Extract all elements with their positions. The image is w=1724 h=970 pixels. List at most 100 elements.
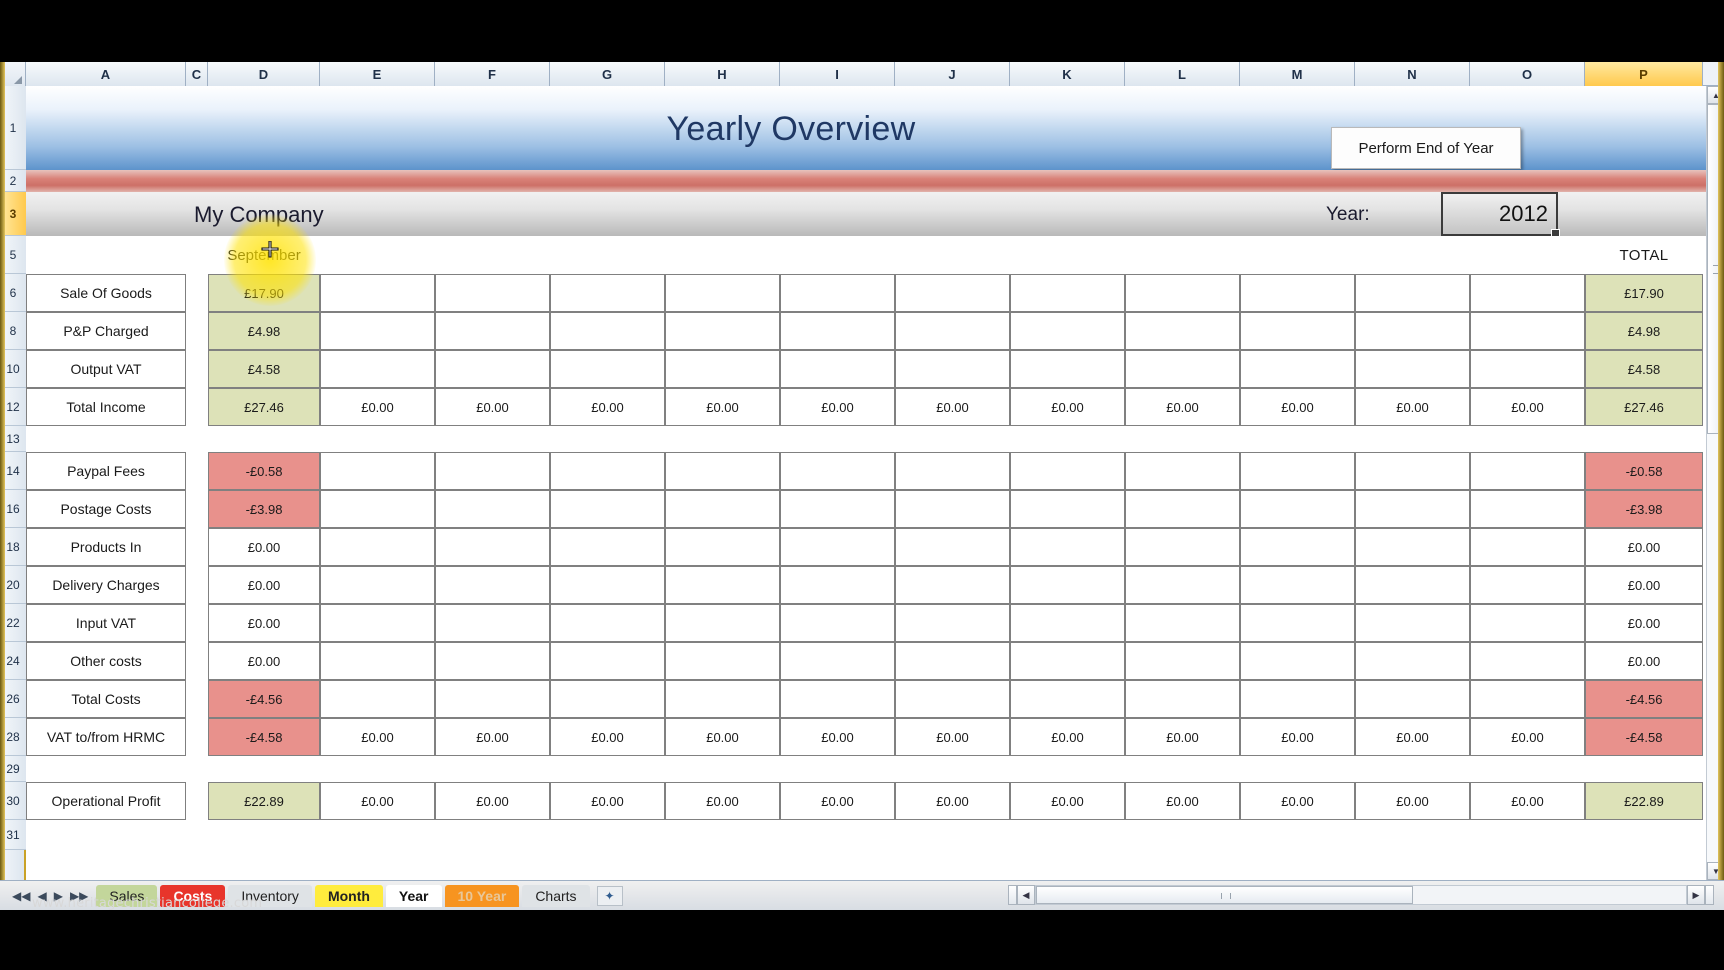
table-row[interactable]: Paypal Fees -£0.58 -£0.58	[26, 452, 1706, 490]
cell-j-2[interactable]	[895, 350, 1010, 388]
cell-m-1[interactable]	[1240, 312, 1355, 350]
cell-j-11[interactable]: £0.00	[895, 718, 1010, 756]
data-grid[interactable]: September TOTAL Sale Of Goods £17.90 £17.90 P…	[26, 236, 1706, 880]
cell-i-12[interactable]: £0.00	[780, 782, 895, 820]
cell-n-6[interactable]	[1355, 528, 1470, 566]
cell-i-9[interactable]	[780, 642, 895, 680]
cell-g-3[interactable]: £0.00	[550, 388, 665, 426]
cell-n-0[interactable]	[1355, 274, 1470, 312]
cell-i-0[interactable]	[780, 274, 895, 312]
cell-e-3[interactable]: £0.00	[320, 388, 435, 426]
cell-o-3[interactable]: £0.00	[1470, 388, 1585, 426]
cell-e-6[interactable]	[320, 528, 435, 566]
column-header-g[interactable]: G	[550, 62, 665, 86]
cell-total-5[interactable]: -£3.98	[1585, 490, 1703, 528]
cell-e-7[interactable]	[320, 566, 435, 604]
cell-l-0[interactable]	[1125, 274, 1240, 312]
cell-f-4[interactable]	[435, 452, 550, 490]
first-sheet-arrow-icon[interactable]: ◀◀	[12, 890, 30, 902]
cell-k-10[interactable]	[1010, 680, 1125, 718]
cell-f-3[interactable]: £0.00	[435, 388, 550, 426]
cell-i-1[interactable]	[780, 312, 895, 350]
cell-n-4[interactable]	[1355, 452, 1470, 490]
cell-l-8[interactable]	[1125, 604, 1240, 642]
column-header-f[interactable]: F	[435, 62, 550, 86]
cell-g-10[interactable]	[550, 680, 665, 718]
insert-worksheet-icon[interactable]: ✦	[596, 885, 623, 906]
cell-total-7[interactable]: £0.00	[1585, 566, 1703, 604]
cell-september-5[interactable]: -£3.98	[208, 490, 320, 528]
cell-total-1[interactable]: £4.98	[1585, 312, 1703, 350]
cell-l-1[interactable]	[1125, 312, 1240, 350]
cell-h-10[interactable]	[665, 680, 780, 718]
cell-m-7[interactable]	[1240, 566, 1355, 604]
cell-september-4[interactable]: -£0.58	[208, 452, 320, 490]
cell-j-1[interactable]	[895, 312, 1010, 350]
cell-m-11[interactable]: £0.00	[1240, 718, 1355, 756]
column-header-l[interactable]: L	[1125, 62, 1240, 86]
cell-i-3[interactable]: £0.00	[780, 388, 895, 426]
sheet-tab-year[interactable]: Year	[385, 884, 442, 907]
cell-total-2[interactable]: £4.58	[1585, 350, 1703, 388]
column-header-o[interactable]: O	[1470, 62, 1585, 86]
cell-l-10[interactable]	[1125, 680, 1240, 718]
cell-september-12[interactable]: £22.89	[208, 782, 320, 820]
cell-k-9[interactable]	[1010, 642, 1125, 680]
cell-n-8[interactable]	[1355, 604, 1470, 642]
cell-total-11[interactable]: -£4.58	[1585, 718, 1703, 756]
cell-total-9[interactable]: £0.00	[1585, 642, 1703, 680]
sheet-tab-month[interactable]: Month	[314, 884, 383, 907]
cell-e-0[interactable]	[320, 274, 435, 312]
cell-k-2[interactable]	[1010, 350, 1125, 388]
column-header-d[interactable]: D	[208, 62, 320, 86]
cell-september-0[interactable]: £17.90	[208, 274, 320, 312]
cell-k-7[interactable]	[1010, 566, 1125, 604]
cell-f-6[interactable]	[435, 528, 550, 566]
cell-h-5[interactable]	[665, 490, 780, 528]
column-header-e[interactable]: E	[320, 62, 435, 86]
cell-e-2[interactable]	[320, 350, 435, 388]
cell-h-3[interactable]: £0.00	[665, 388, 780, 426]
perform-end-of-year-button[interactable]: Perform End of Year	[1331, 127, 1521, 169]
cell-i-2[interactable]	[780, 350, 895, 388]
cell-total-12[interactable]: £22.89	[1585, 782, 1703, 820]
cell-o-11[interactable]: £0.00	[1470, 718, 1585, 756]
cell-i-8[interactable]	[780, 604, 895, 642]
cell-h-9[interactable]	[665, 642, 780, 680]
cell-total-3[interactable]: £27.46	[1585, 388, 1703, 426]
table-row[interactable]: Products In £0.00 £0.00	[26, 528, 1706, 566]
cell-i-6[interactable]	[780, 528, 895, 566]
horizontal-scroll-thumb[interactable]	[1036, 886, 1413, 904]
year-value-cell[interactable]: 2012	[1441, 192, 1560, 238]
scroll-left-arrow-icon[interactable]: ◀	[1017, 885, 1035, 905]
sheet-tab-10-year[interactable]: 10 Year	[444, 884, 520, 907]
cell-m-2[interactable]	[1240, 350, 1355, 388]
cell-f-9[interactable]	[435, 642, 550, 680]
cell-i-10[interactable]	[780, 680, 895, 718]
cell-h-7[interactable]	[665, 566, 780, 604]
cell-h-4[interactable]	[665, 452, 780, 490]
cell-n-9[interactable]	[1355, 642, 1470, 680]
cell-k-6[interactable]	[1010, 528, 1125, 566]
cell-f-10[interactable]	[435, 680, 550, 718]
cell-o-12[interactable]: £0.00	[1470, 782, 1585, 820]
cell-e-8[interactable]	[320, 604, 435, 642]
cell-k-11[interactable]: £0.00	[1010, 718, 1125, 756]
cell-f-8[interactable]	[435, 604, 550, 642]
cell-o-9[interactable]	[1470, 642, 1585, 680]
cell-m-5[interactable]	[1240, 490, 1355, 528]
cell-m-0[interactable]	[1240, 274, 1355, 312]
cell-o-4[interactable]	[1470, 452, 1585, 490]
cell-h-1[interactable]	[665, 312, 780, 350]
cell-i-5[interactable]	[780, 490, 895, 528]
cell-j-8[interactable]	[895, 604, 1010, 642]
cell-n-5[interactable]	[1355, 490, 1470, 528]
cell-total-0[interactable]: £17.90	[1585, 274, 1703, 312]
cell-n-12[interactable]: £0.00	[1355, 782, 1470, 820]
cell-j-3[interactable]: £0.00	[895, 388, 1010, 426]
cell-j-5[interactable]	[895, 490, 1010, 528]
cell-f-0[interactable]	[435, 274, 550, 312]
cell-e-1[interactable]	[320, 312, 435, 350]
cell-g-9[interactable]	[550, 642, 665, 680]
cell-e-5[interactable]	[320, 490, 435, 528]
